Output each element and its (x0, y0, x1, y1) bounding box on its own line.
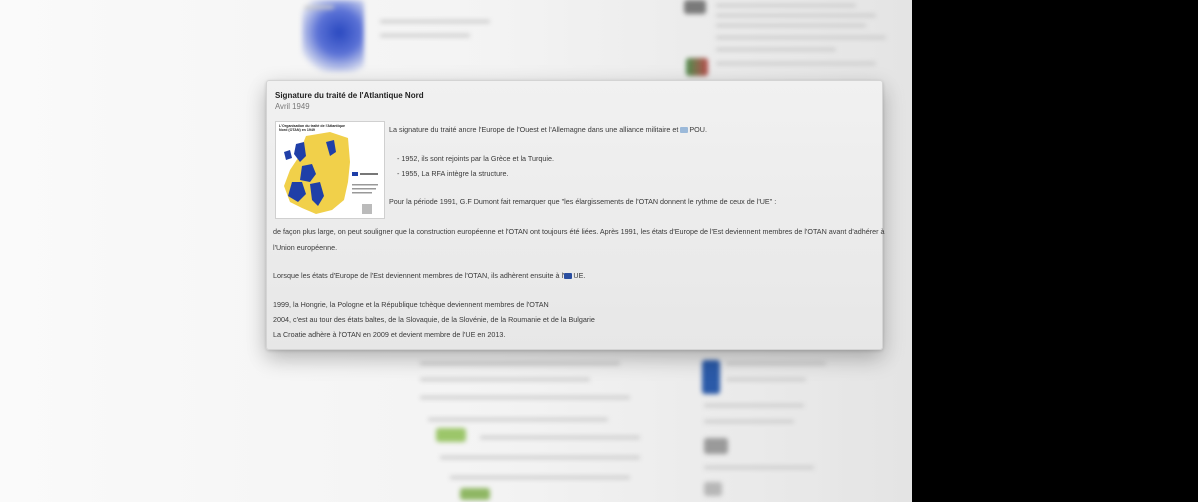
event-date: Avril 1949 (275, 102, 310, 111)
background-thumbnail (684, 0, 706, 14)
paragraph-construction-line1: de façon plus large, on peut souligner q… (273, 227, 885, 236)
line-croatia: La Croatie adhère à l'OTAN en 2009 et de… (273, 330, 506, 339)
nato-link[interactable]: POU. (689, 125, 707, 134)
background-map-image (302, 0, 364, 72)
background-thumbnail (686, 58, 708, 76)
paragraph-construction-line2: l'Union européenne. (273, 243, 338, 252)
paragraph-east-europe: Lorsque les états d'Europe de l'Est devi… (273, 271, 586, 280)
paragraph-dumont: Pour la période 1991, G.F Dumont fait re… (389, 197, 777, 206)
event-card[interactable]: Signature du traité de l'Atlantique Nord… (266, 80, 885, 350)
eu-link[interactable]: UE. (573, 271, 585, 280)
paragraph-alliance: La signature du traité ancre l'Europe de… (389, 125, 707, 134)
nato-map-thumbnail[interactable]: L'Organisation du traité de l'Atlantique… (275, 121, 385, 219)
bullet-1955: - 1955, La RFA intègre la structure. (397, 169, 509, 178)
event-title: Signature du traité de l'Atlantique Nord (275, 91, 424, 100)
bullet-1952: - 1952, ils sont rejoints par la Grèce e… (397, 154, 555, 163)
europe-map-image (276, 122, 384, 218)
background-thumbnail (460, 488, 490, 500)
thumbnail-title: L'Organisation du traité de l'Atlantique… (279, 124, 346, 132)
line-2004: 2004, c'est au tour des états baltes, de… (273, 315, 595, 324)
screen-border (912, 0, 1198, 502)
background-thumbnail (436, 428, 466, 442)
line-1999: 1999, la Hongrie, la Pologne et la Répub… (273, 300, 549, 309)
background-thumbnail (704, 438, 728, 454)
background-thumbnail (704, 482, 722, 496)
background-thumbnail (702, 360, 720, 394)
eu-flag-icon (564, 273, 573, 279)
nato-flag-icon (680, 127, 689, 133)
